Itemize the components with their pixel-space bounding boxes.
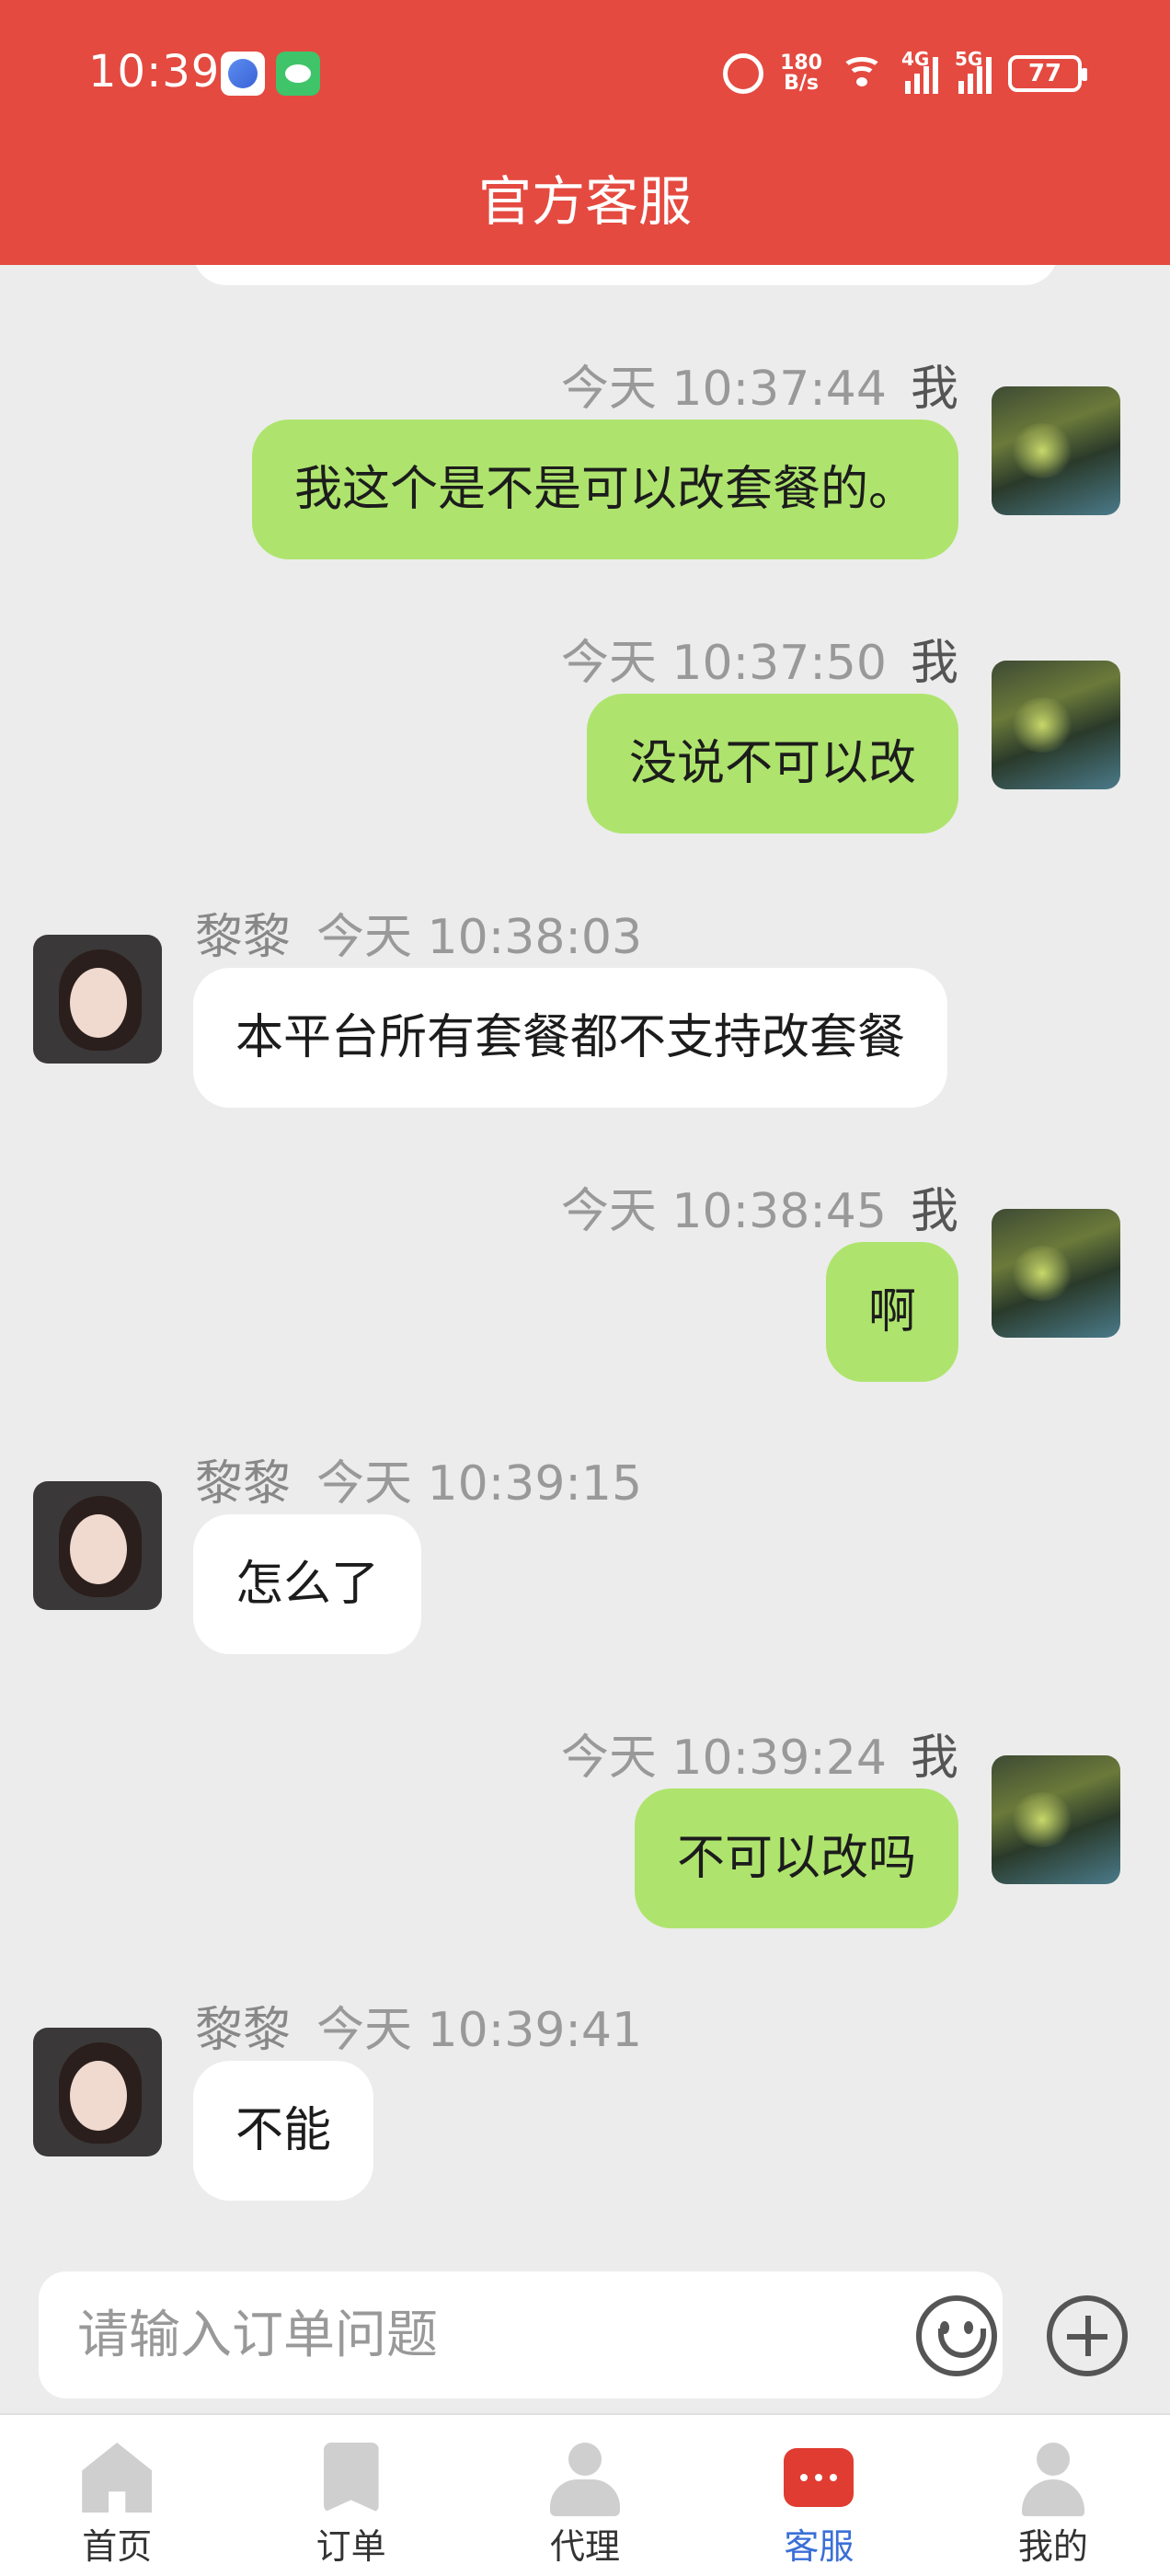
agent-avatar[interactable]	[33, 1481, 162, 1610]
emoji-icon[interactable]	[916, 2295, 997, 2376]
message-meta: 今天 10:37:50 我	[561, 624, 958, 693]
nav-item-home[interactable]: 首页	[0, 2415, 234, 2576]
my-avatar[interactable]	[992, 386, 1120, 515]
nav-label: 客服	[784, 2526, 855, 2567]
message-time: 今天 10:39:15	[316, 1456, 643, 1512]
my-avatar[interactable]	[992, 1755, 1120, 1884]
bottom-nav: 首页 订单 代理 客服 我的	[0, 2413, 1170, 2576]
status-icons: 180 B/s 4G 5G 77	[723, 46, 1087, 101]
message-time: 今天 10:38:03	[316, 910, 643, 965]
nav-item-agent[interactable]: 代理	[468, 2415, 702, 2576]
message-time: 今天 10:39:24	[560, 1731, 887, 1786]
signal-5g-icon: 5G	[955, 48, 992, 94]
message-bubble[interactable]: 怎么了	[193, 1514, 422, 1654]
message-meta: 黎黎 今天 10:39:15	[195, 1444, 642, 1513]
agent-icon	[550, 2443, 621, 2516]
chat-area[interactable]: 今天 10:37:44 我 我这个是不是可以改套餐的。 今天 10:37:50 我 …	[0, 265, 1170, 2257]
message-sender: 我	[910, 1731, 958, 1786]
nav-item-orders[interactable]: 订单	[234, 2415, 467, 2576]
message-sender: 我	[910, 1184, 958, 1239]
add-attachment-icon[interactable]	[1047, 2295, 1128, 2376]
message-bubble[interactable]: 不能	[193, 2061, 374, 2201]
nav-item-customer-service[interactable]: 客服	[702, 2415, 935, 2576]
nav-label: 代理	[550, 2526, 621, 2567]
alarm-icon	[723, 53, 764, 94]
order-icon	[323, 2443, 379, 2513]
input-bar	[0, 2257, 1170, 2413]
agent-avatar[interactable]	[33, 935, 162, 1064]
signal-4g-icon: 4G	[901, 48, 938, 94]
user-icon	[1018, 2443, 1088, 2516]
agent-avatar[interactable]	[33, 2028, 162, 2156]
network-speed-value: 180	[780, 52, 822, 75]
message-time: 今天 10:37:44	[560, 362, 887, 417]
chat-bubble-icon	[784, 2448, 855, 2507]
message-sender: 我	[910, 362, 958, 417]
message-time: 今天 10:39:41	[316, 2003, 643, 2058]
message-sender: 我	[910, 636, 958, 691]
status-time: 10:39	[88, 46, 221, 98]
signal-4g-label: 4G	[901, 48, 930, 70]
message-time: 今天 10:38:45	[560, 1184, 887, 1239]
message-input[interactable]	[77, 2271, 868, 2398]
previous-message-bubble	[193, 265, 1058, 285]
message-time: 今天 10:37:50	[560, 636, 887, 691]
wechat-app-icon	[276, 52, 320, 96]
battery-icon: 77	[1008, 55, 1087, 92]
agent-name: 黎黎	[195, 2003, 292, 2058]
my-avatar[interactable]	[992, 1209, 1120, 1338]
message-bubble[interactable]: 啊	[825, 1242, 958, 1382]
wifi-icon	[839, 55, 885, 92]
my-avatar[interactable]	[992, 661, 1120, 789]
page-title: 官方客服	[477, 170, 692, 233]
network-speed: 180 B/s	[780, 53, 822, 94]
message-meta: 今天 10:39:24 我	[561, 1719, 958, 1788]
nav-item-mine[interactable]: 我的	[936, 2415, 1170, 2576]
nav-label: 我的	[1017, 2526, 1088, 2567]
message-meta: 今天 10:37:44 我	[561, 350, 958, 419]
message-meta: 今天 10:38:45 我	[561, 1172, 958, 1241]
message-bubble[interactable]: 我这个是不是可以改套餐的。	[251, 420, 958, 559]
nav-label: 首页	[82, 2526, 153, 2567]
message-bubble[interactable]: 不可以改吗	[634, 1788, 958, 1928]
message-meta: 黎黎 今天 10:38:03	[195, 898, 642, 967]
browser-app-icon	[221, 52, 265, 96]
message-bubble[interactable]: 本平台所有套餐都不支持改套餐	[193, 968, 948, 1108]
home-icon	[82, 2443, 153, 2513]
agent-name: 黎黎	[195, 910, 292, 965]
message-bubble[interactable]: 没说不可以改	[586, 694, 958, 834]
message-input-box[interactable]	[39, 2271, 1003, 2398]
nav-label: 订单	[315, 2526, 386, 2567]
app-header: 10:39 180 B/s 4G 5G 77 官方客服	[0, 0, 1170, 265]
signal-5g-label: 5G	[955, 48, 983, 70]
message-meta: 黎黎 今天 10:39:41	[195, 1991, 642, 2060]
network-speed-unit: B/s	[784, 72, 819, 95]
agent-name: 黎黎	[195, 1456, 292, 1512]
